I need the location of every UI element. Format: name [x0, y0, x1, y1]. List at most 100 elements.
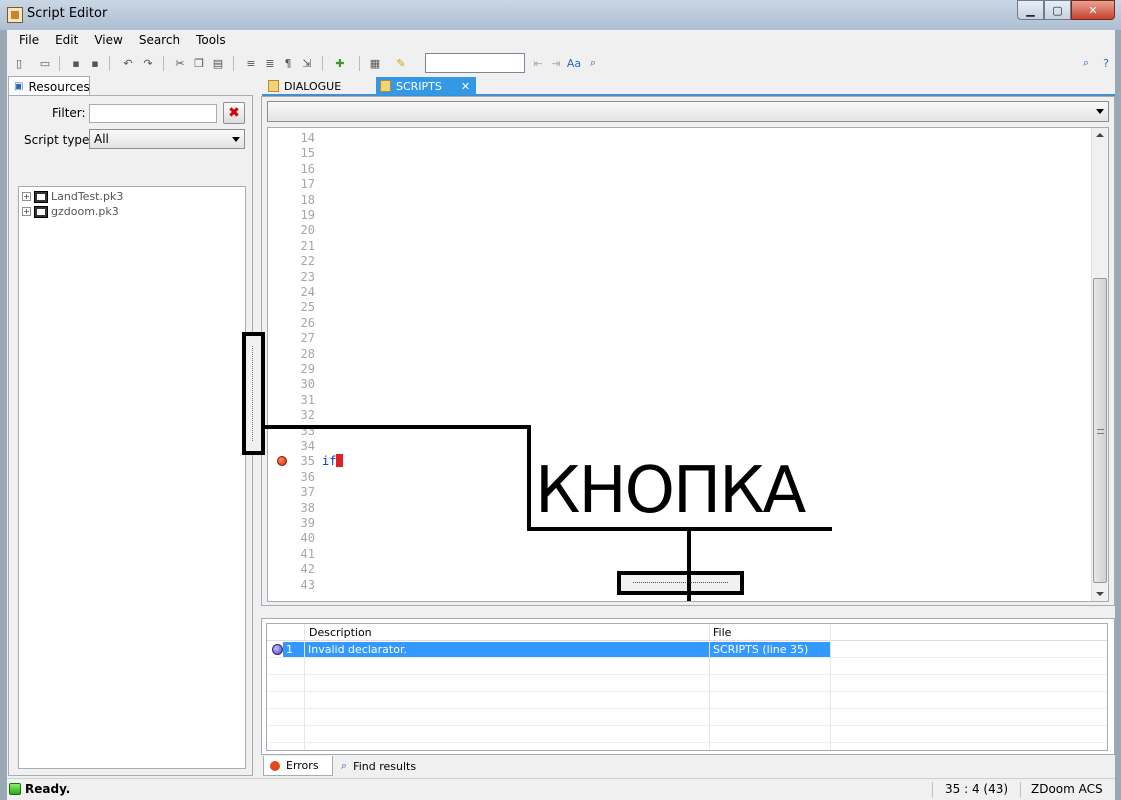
menu-tools[interactable]: Tools [188, 30, 234, 52]
column-description[interactable]: Description [309, 626, 372, 639]
copy-icon[interactable]: ❐ [191, 55, 207, 71]
close-tab-icon[interactable]: ✕ [461, 80, 470, 93]
status-text: Ready. [25, 782, 71, 796]
status-separator [1020, 782, 1021, 798]
open-folder-icon[interactable]: ▭ [37, 55, 53, 71]
expand-icon[interactable]: + [22, 192, 31, 201]
tab-resources[interactable]: ▣ Resources [8, 76, 90, 96]
filter-label: Filter: [52, 106, 86, 120]
whole-word-icon[interactable]: ⌕ [585, 55, 601, 71]
paste-icon[interactable]: ▤ [210, 55, 226, 71]
find-previous-icon[interactable]: ⇤ [530, 55, 546, 71]
status-bar: Ready. 35 : 4 (43) ZDoom ACS [7, 778, 1115, 800]
title-bar: Script Editor ▁ ▢ ✕ [0, 0, 1121, 30]
tab-errors[interactable]: Errors [263, 756, 333, 776]
splitter-grip-icon [252, 346, 255, 441]
help-icon[interactable]: ? [1098, 55, 1114, 71]
archive-icon [34, 190, 48, 203]
unindent-icon[interactable]: ≡ [243, 55, 259, 71]
expand-icon[interactable]: + [22, 207, 31, 216]
save-icon[interactable]: ▪ [68, 55, 84, 71]
toolbar: ▯ ▭ ▪ ▪ ↶ ↷ ✂ ❐ ▤ ≡ ≣ ¶ ⇲ ✚ ▦ ✎ ⇤ ⇥ Aa ⌕… [7, 52, 1115, 74]
scrollbar-thumb[interactable] [1093, 278, 1107, 583]
match-case-icon[interactable]: Aa [566, 55, 582, 71]
annotation-line [527, 425, 531, 531]
code-line[interactable]: if [322, 454, 344, 469]
new-file-icon[interactable]: ▯ [11, 55, 27, 71]
errors-grid-header: Description File [267, 624, 1107, 641]
redo-icon[interactable]: ↷ [140, 55, 156, 71]
tab-dialogue-label: DIALOGUE [284, 79, 342, 93]
vertical-splitter-handle[interactable] [242, 332, 265, 455]
line-number: 26 [300, 315, 315, 330]
annotation-label: КНОПКА [535, 454, 806, 528]
line-number: 24 [300, 285, 315, 299]
tab-resources-label: Resources [28, 79, 90, 94]
script-navigator-select[interactable] [267, 101, 1109, 122]
script-type-select[interactable]: All [89, 129, 245, 149]
table-row [267, 659, 1107, 675]
maximize-button[interactable]: ▢ [1044, 0, 1071, 20]
compile-icon[interactable]: ▦ [367, 55, 383, 71]
table-row [267, 727, 1107, 743]
tab-scripts-label: SCRIPTS [396, 79, 442, 93]
table-row [267, 710, 1107, 726]
toolbar-separator [322, 56, 323, 71]
annotation-line [265, 425, 531, 429]
code-token: if [322, 454, 337, 469]
line-number: 34 [300, 439, 315, 453]
tree-item-landtest[interactable]: + LandTest.pk3 [22, 189, 123, 204]
line-number: 16 [300, 161, 315, 176]
save-all-icon[interactable]: ▪ [87, 55, 103, 71]
line-number: 41 [300, 546, 315, 561]
tree-item-label: LandTest.pk3 [51, 190, 124, 203]
horizontal-splitter-handle[interactable] [617, 571, 744, 595]
menu-view[interactable]: View [86, 30, 130, 52]
line-number: 15 [300, 146, 315, 161]
undo-icon[interactable]: ↶ [120, 55, 136, 71]
error-highlight [336, 454, 344, 468]
minimize-button[interactable]: ▁ [1017, 0, 1044, 20]
line-number: 21 [300, 238, 315, 253]
clear-filter-button[interactable]: ✖ [223, 102, 245, 124]
close-window-button[interactable]: ✕ [1071, 0, 1115, 20]
tab-scripts[interactable]: SCRIPTS ✕ [376, 77, 476, 95]
find-replace-icon[interactable]: ⌕ [1078, 55, 1094, 71]
line-number: 19 [300, 208, 315, 222]
tab-errors-label: Errors [286, 759, 319, 772]
errors-grid[interactable]: Description File 1 Invalid declarator. S… [266, 623, 1108, 751]
line-number: 23 [300, 269, 315, 284]
snippets-icon[interactable]: ✚ [332, 55, 348, 71]
find-next-icon[interactable]: ⇥ [548, 55, 564, 71]
script-editor-app-icon [7, 7, 23, 23]
tab-find-results-label: Find results [353, 759, 417, 773]
tree-item-gzdoom[interactable]: + gzdoom.pk3 [22, 204, 119, 219]
wrap-icon[interactable]: ⇲ [299, 55, 315, 71]
column-file[interactable]: File [713, 626, 731, 639]
grip-icon [1097, 429, 1104, 434]
resource-tree[interactable]: + LandTest.pk3 + gzdoom.pk3 [18, 186, 246, 769]
status-ok-icon [9, 783, 21, 795]
filter-input[interactable] [89, 104, 217, 123]
scroll-down-icon[interactable] [1096, 592, 1104, 596]
table-row[interactable]: 1 Invalid declarator. SCRIPTS (line 35) [267, 642, 1107, 658]
line-number: 32 [300, 408, 315, 423]
script-file-icon [380, 80, 391, 92]
annotation-line [687, 527, 691, 601]
splitter-grip-icon [633, 582, 728, 583]
script-icon[interactable]: ✎ [393, 55, 409, 71]
quick-search-input[interactable] [425, 53, 525, 73]
indent-icon[interactable]: ≣ [262, 55, 278, 71]
vertical-scrollbar[interactable] [1091, 128, 1108, 601]
menu-search[interactable]: Search [131, 30, 188, 52]
scroll-up-icon[interactable] [1096, 133, 1104, 137]
script-file-icon [268, 80, 279, 92]
menu-edit[interactable]: Edit [47, 30, 86, 52]
whitespace-icon[interactable]: ¶ [280, 55, 296, 71]
menu-file[interactable]: File [11, 30, 47, 52]
tab-dialogue[interactable]: DIALOGUE [264, 77, 374, 95]
line-number: 36 [300, 469, 315, 484]
error-description: Invalid declarator. [305, 642, 709, 657]
tab-find-results[interactable]: ⌕ Find results [335, 756, 435, 776]
cut-icon[interactable]: ✂ [172, 55, 188, 71]
